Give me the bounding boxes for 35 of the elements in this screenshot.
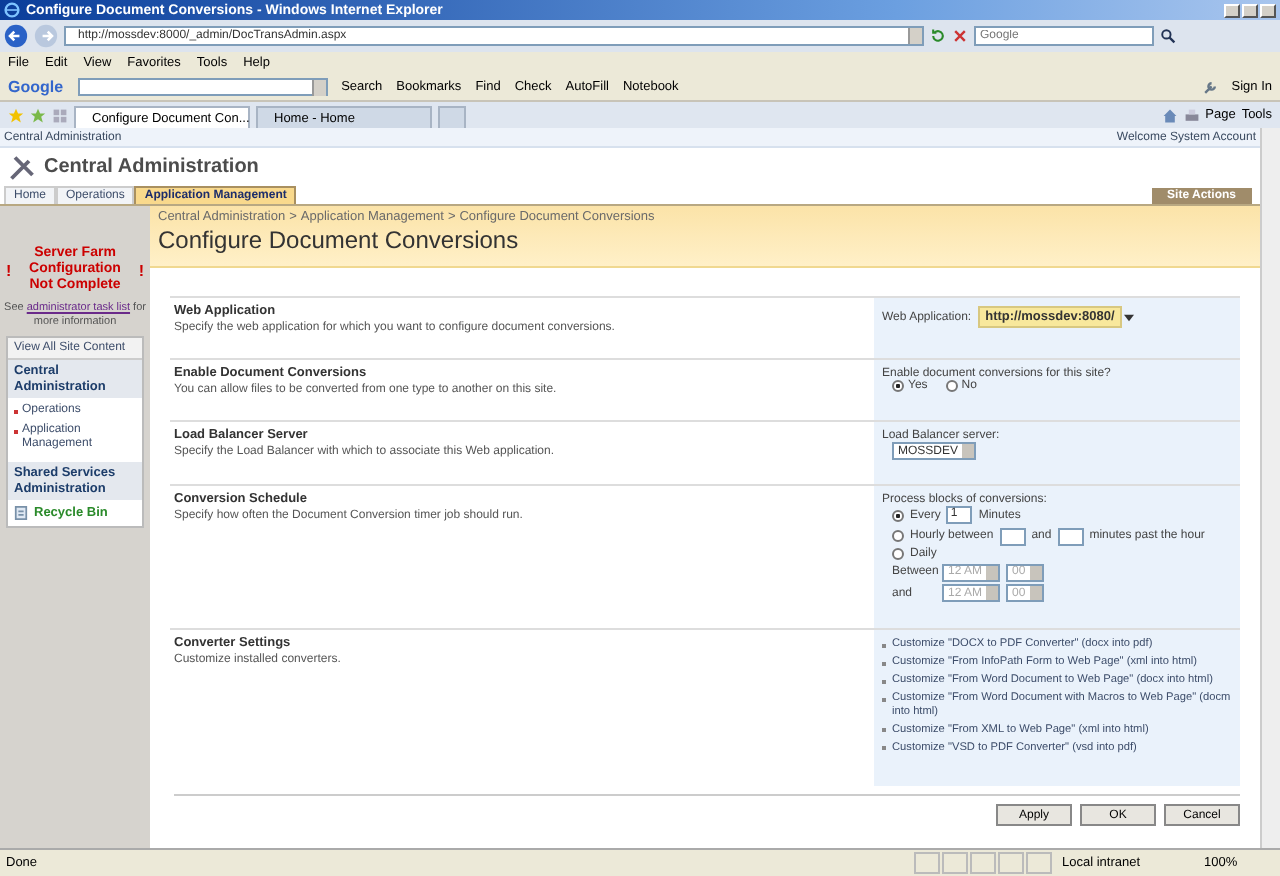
- status-pane: [942, 852, 968, 874]
- star-icon[interactable]: [8, 107, 24, 123]
- radio-button[interactable]: [892, 380, 904, 392]
- search-icon[interactable]: [1160, 28, 1176, 44]
- radio-button[interactable]: [892, 548, 904, 560]
- radio-button[interactable]: [945, 380, 958, 392]
- caret-icon[interactable]: [1124, 313, 1135, 321]
- close-button[interactable]: [1260, 3, 1276, 17]
- minute-field[interactable]: [999, 527, 1026, 545]
- maximize-button[interactable]: [1242, 3, 1258, 17]
- scrollbar[interactable]: [1260, 128, 1280, 848]
- wrench-icon[interactable]: [1201, 79, 1218, 95]
- status-pane: [998, 852, 1024, 874]
- status-pane: [970, 852, 996, 874]
- radio-button[interactable]: [892, 509, 904, 521]
- page-title: Configure Document Conversions: [158, 226, 521, 254]
- print-icon[interactable]: [1183, 107, 1200, 123]
- recycle-bin-icon: [14, 506, 28, 520]
- home-icon[interactable]: [1161, 107, 1178, 123]
- site-title: Central Administration: [44, 156, 259, 178]
- radio-button[interactable]: [892, 530, 904, 542]
- tools-icon: [8, 153, 36, 181]
- star-plus-icon[interactable]: [30, 107, 46, 123]
- status-pane: [1026, 852, 1052, 874]
- warning-icon: !: [6, 261, 12, 279]
- minimize-button[interactable]: [1224, 3, 1240, 17]
- stop-icon[interactable]: [952, 28, 968, 44]
- warning-icon: !: [138, 261, 144, 279]
- minute-field[interactable]: [1057, 527, 1084, 545]
- toolbar-search-field[interactable]: [77, 78, 328, 96]
- globe-icon: [4, 2, 20, 18]
- status-pane: [914, 852, 940, 874]
- back-icon[interactable]: [4, 24, 28, 48]
- refresh-icon[interactable]: [930, 28, 946, 44]
- toolbar-logo: Google: [8, 78, 64, 96]
